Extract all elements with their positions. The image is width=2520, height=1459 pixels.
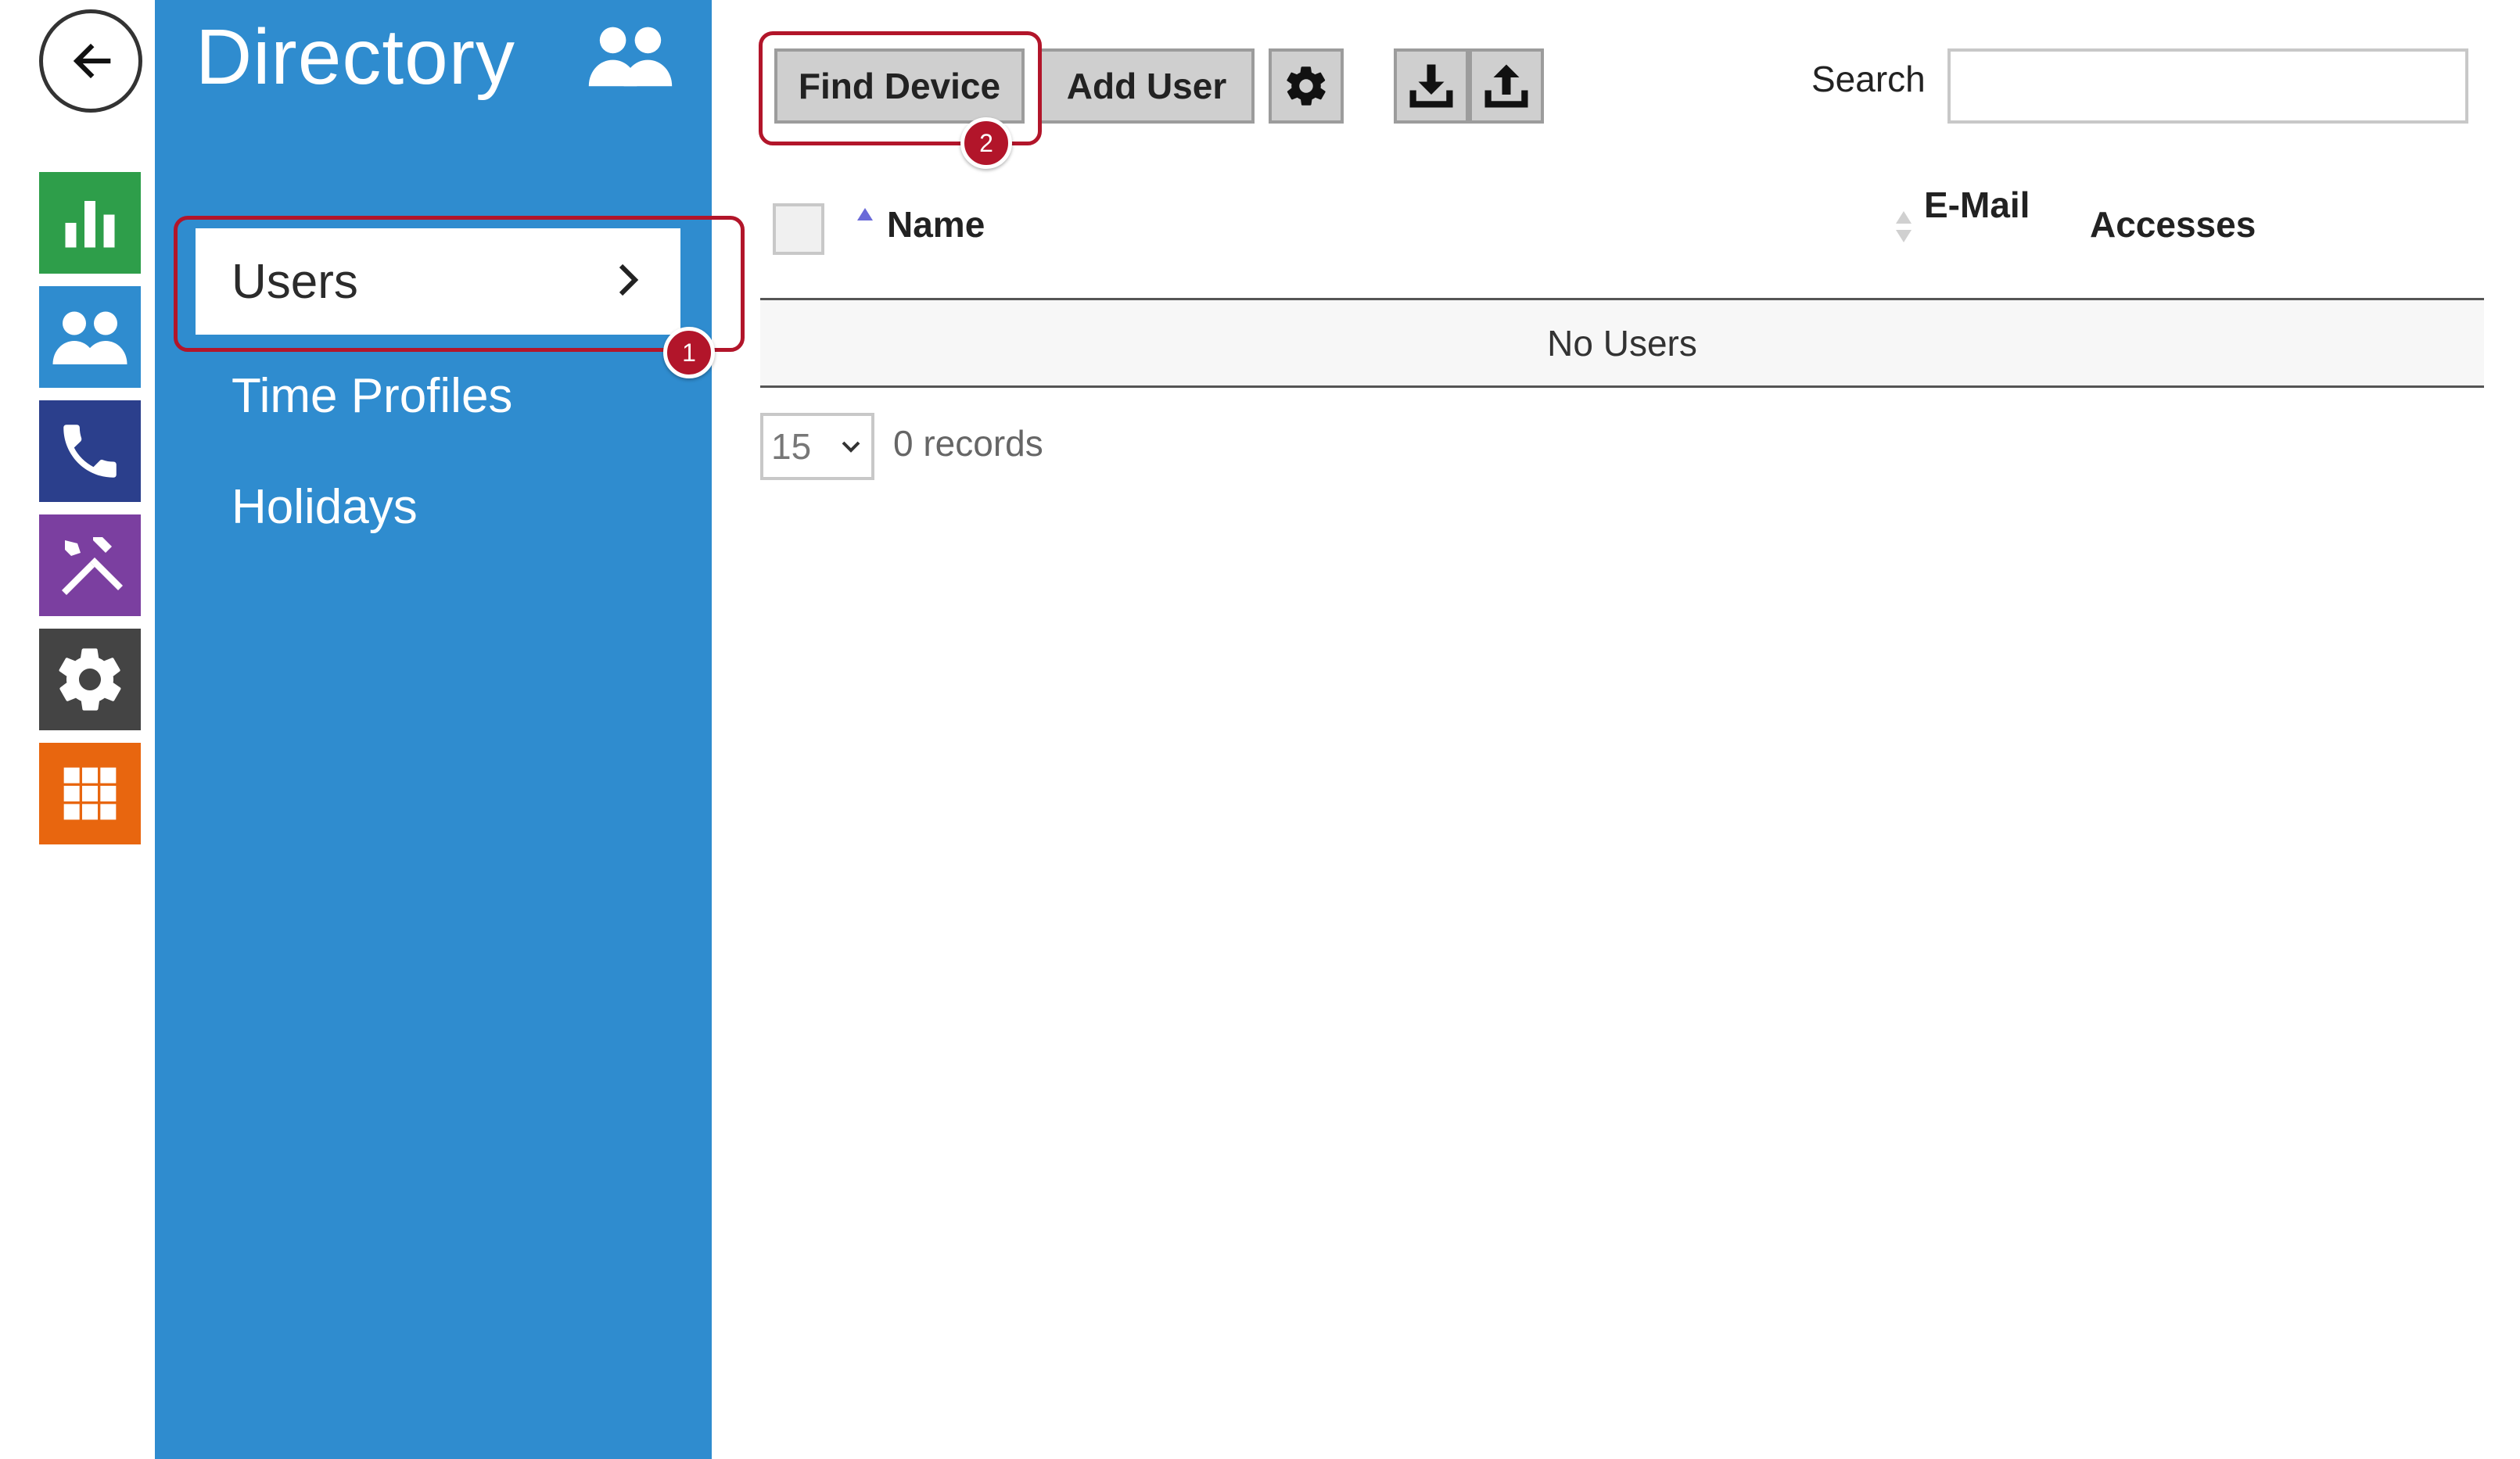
tools-icon <box>62 537 123 595</box>
app-rail <box>0 0 155 1459</box>
sidebar-item-holidays[interactable]: Holidays <box>196 453 680 560</box>
download-button[interactable] <box>1394 48 1469 124</box>
search-input[interactable] <box>1947 48 2468 124</box>
sort-ascending-icon[interactable] <box>856 206 874 222</box>
column-name[interactable]: Name <box>887 203 985 246</box>
select-all-checkbox[interactable] <box>773 203 824 255</box>
upload-icon <box>1484 64 1528 108</box>
grid-apps-icon <box>63 767 117 820</box>
directory-users-icon <box>52 311 127 364</box>
gear-icon <box>1287 66 1326 106</box>
status-chart-icon <box>65 201 115 248</box>
find-device-button[interactable]: Find Device <box>774 48 1025 124</box>
chevron-down-icon <box>842 441 860 453</box>
status-tile[interactable] <box>39 172 141 274</box>
search-label: Search <box>1811 59 1926 99</box>
page-size-select[interactable]: 15 <box>760 413 874 480</box>
apps-tile[interactable] <box>39 743 141 844</box>
back-arrow-icon <box>73 43 111 79</box>
sidebar-item-users[interactable]: Users <box>196 228 680 335</box>
empty-table-message: No Users <box>760 300 2484 388</box>
download-icon <box>1409 64 1453 108</box>
settings-gear-icon <box>59 648 121 711</box>
sidebar-item-label: Holidays <box>232 479 418 534</box>
tools-tile[interactable] <box>39 514 141 616</box>
phone-icon <box>63 425 117 478</box>
users-group-icon <box>588 27 673 87</box>
table-header: Name E-Mail Accesses <box>760 172 2484 300</box>
callout-badge-1: 1 <box>663 327 715 378</box>
sort-both-icon[interactable] <box>1894 208 1913 246</box>
upload-button[interactable] <box>1469 48 1544 124</box>
page-size-value: 15 <box>771 426 812 467</box>
sidebar-item-label: Users <box>232 254 358 309</box>
sidebar-item-label: Time Profiles <box>232 368 513 423</box>
chevron-right-icon <box>619 263 639 296</box>
records-count: 0 records <box>893 423 1043 464</box>
directory-tile[interactable] <box>39 286 141 388</box>
table-settings-button[interactable] <box>1269 48 1344 124</box>
add-user-button[interactable]: Add User <box>1039 48 1255 124</box>
settings-tile[interactable] <box>39 629 141 730</box>
directory-sidebar: Directory Users Time Profiles Holidays <box>155 0 712 1459</box>
sidebar-item-time-profiles[interactable]: Time Profiles <box>196 342 680 449</box>
phone-tile[interactable] <box>39 400 141 502</box>
column-email[interactable]: E-Mail <box>1924 180 2034 230</box>
sidebar-title: Directory <box>196 13 516 101</box>
column-accesses: Accesses <box>2090 204 2256 245</box>
callout-badge-2: 2 <box>960 117 1012 169</box>
back-button[interactable] <box>39 9 142 113</box>
